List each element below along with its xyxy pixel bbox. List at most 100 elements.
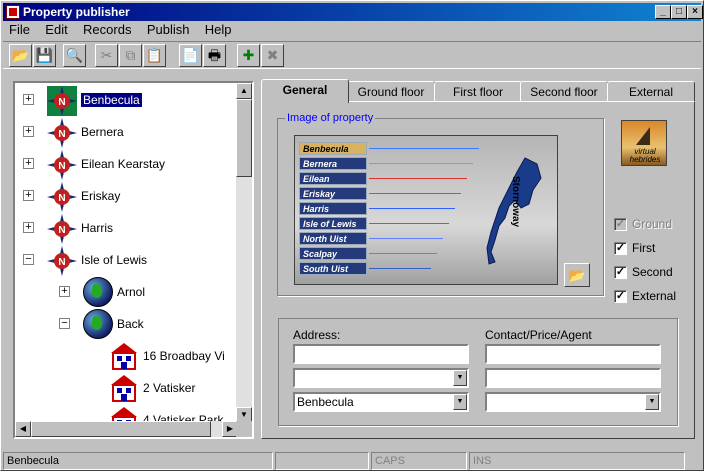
island-pointer-line: [369, 178, 467, 179]
paste-icon: 📋: [145, 47, 164, 63]
checkbox-second[interactable]: ✓: [614, 266, 627, 279]
toolbar: 📂 💾 🔍 ✂ ⧉ 📋 📄 🖶 ✚ ✖: [3, 41, 701, 69]
menu-publish[interactable]: Publish: [141, 21, 196, 39]
minimize-button[interactable]: _: [655, 5, 671, 19]
tree-node[interactable]: + N Benbecula: [15, 85, 235, 116]
cut-button[interactable]: ✂: [95, 44, 118, 67]
address-line1-field[interactable]: [293, 344, 469, 364]
tree-vertical-scrollbar[interactable]: ▲ ▼: [236, 83, 252, 423]
status-blank: [275, 452, 369, 470]
open-icon: 📂: [11, 47, 30, 63]
island-label: Eilean Kearstay: [299, 172, 367, 197]
tree-node[interactable]: + N Eriskay: [15, 181, 235, 212]
stornoway-label: Stornoway: [510, 176, 521, 228]
status-caps: CAPS: [371, 452, 467, 470]
add-button[interactable]: ✚: [237, 44, 260, 67]
checkbox-external[interactable]: ✓: [614, 290, 627, 303]
collapse-icon[interactable]: −: [23, 254, 34, 265]
expand-icon[interactable]: +: [23, 190, 34, 201]
property-tree[interactable]: + N Benbecula + N Bernera + N Eilean Kearstay + N E…: [13, 81, 254, 439]
contact-line1-field[interactable]: [485, 344, 661, 364]
maximize-button[interactable]: □: [671, 5, 687, 19]
print-icon: 🖶: [207, 47, 222, 63]
tree-node[interactable]: 2 Vatisker: [15, 373, 235, 403]
copy-icon: ⧉: [125, 47, 136, 63]
expand-icon[interactable]: +: [23, 126, 34, 137]
expand-icon[interactable]: +: [59, 286, 70, 297]
open-button[interactable]: 📂: [9, 44, 32, 67]
save-button[interactable]: 💾: [33, 44, 56, 67]
tab-first-floor[interactable]: First floor: [434, 81, 522, 103]
tree-node-label: Isle of Lewis: [81, 253, 148, 267]
checkbox-ground: ✓: [614, 218, 627, 231]
print-button[interactable]: 🖶: [203, 44, 226, 67]
browse-image-button[interactable]: 📂: [564, 263, 590, 287]
virtual-hebrides-logo: virtual hebrides: [621, 120, 667, 166]
tree-node[interactable]: + N Eilean Kearstay: [15, 149, 235, 180]
document-button[interactable]: 📄: [179, 44, 202, 67]
search-button[interactable]: 🔍: [63, 44, 86, 67]
expand-icon[interactable]: +: [23, 158, 34, 169]
title-bar: Property publisher _ □ ×: [3, 3, 703, 21]
tree-node[interactable]: − Back: [15, 309, 235, 339]
tree-node[interactable]: + N Bernera: [15, 117, 235, 148]
address-line2-dropdown[interactable]: ▼: [293, 368, 469, 388]
checkbox-label: First: [632, 241, 656, 255]
hscroll-thumb[interactable]: [31, 421, 211, 437]
island-pointer-line: [369, 223, 449, 224]
collapse-icon[interactable]: −: [59, 318, 70, 329]
tree-node[interactable]: + N Harris: [15, 213, 235, 244]
compass-icon: N: [47, 86, 77, 116]
chevron-down-icon[interactable]: ▼: [645, 394, 659, 410]
tree-node-label: Eilean Kearstay: [81, 157, 166, 171]
menu-file[interactable]: File: [3, 21, 36, 39]
tree-node[interactable]: − N Isle of Lewis: [15, 245, 235, 276]
scroll-up-button[interactable]: ▲: [236, 83, 252, 99]
address-island-dropdown[interactable]: Benbecula ▼: [293, 392, 469, 412]
paste-button[interactable]: 📋: [143, 44, 166, 67]
delete-icon: ✖: [266, 47, 279, 63]
save-icon: 💾: [35, 47, 54, 63]
island-label: Eriskay: [299, 187, 367, 200]
tab-ground-floor[interactable]: Ground floor: [347, 81, 435, 103]
scroll-thumb[interactable]: [236, 99, 252, 177]
island-label: Bernera: [299, 157, 367, 170]
island-pointer-line: [369, 268, 431, 269]
tab-external[interactable]: External: [607, 81, 695, 103]
menu-edit[interactable]: Edit: [39, 21, 73, 39]
logo-text: virtual hebrides: [629, 147, 661, 164]
folder-icon: 📂: [568, 267, 586, 283]
tab-general[interactable]: General: [261, 79, 349, 103]
tab-second-floor[interactable]: Second floor: [520, 81, 608, 103]
checkbox-label: Second: [632, 265, 673, 279]
copy-button[interactable]: ⧉: [119, 44, 142, 67]
chevron-down-icon[interactable]: ▼: [453, 370, 467, 386]
island-pointer-line: [369, 148, 479, 149]
menu-records[interactable]: Records: [77, 21, 137, 39]
contact-agent-dropdown[interactable]: ▼: [485, 392, 661, 412]
chevron-down-icon[interactable]: ▼: [453, 394, 467, 410]
close-button[interactable]: ×: [687, 5, 703, 19]
tree-horizontal-scrollbar[interactable]: ◀ ▶: [15, 421, 238, 437]
tree-node[interactable]: + Arnol: [15, 277, 235, 307]
menu-bar: File Edit Records Publish Help: [3, 21, 701, 39]
contact-line2-field[interactable]: [485, 368, 661, 388]
menu-help[interactable]: Help: [199, 21, 238, 39]
expand-icon[interactable]: +: [23, 222, 34, 233]
compass-icon: N: [47, 214, 77, 244]
svg-text:N: N: [58, 97, 65, 108]
address-island-value: Benbecula: [297, 395, 354, 409]
scroll-left-button[interactable]: ◀: [15, 421, 31, 437]
document-icon: 📄: [181, 47, 200, 63]
app-window: Property publisher _ □ × File Edit Recor…: [0, 0, 704, 471]
delete-button[interactable]: ✖: [261, 44, 284, 67]
svg-text:N: N: [58, 129, 65, 140]
expand-icon[interactable]: +: [23, 94, 34, 105]
checkbox-first[interactable]: ✓: [614, 242, 627, 255]
scroll-corner: [236, 421, 252, 437]
status-text: Benbecula: [3, 452, 273, 470]
island-pointer-line: [369, 208, 455, 209]
checkbox-label: External: [632, 289, 677, 303]
compass-icon: N: [47, 246, 77, 276]
tree-node[interactable]: 16 Broadbay Vi: [15, 341, 235, 371]
